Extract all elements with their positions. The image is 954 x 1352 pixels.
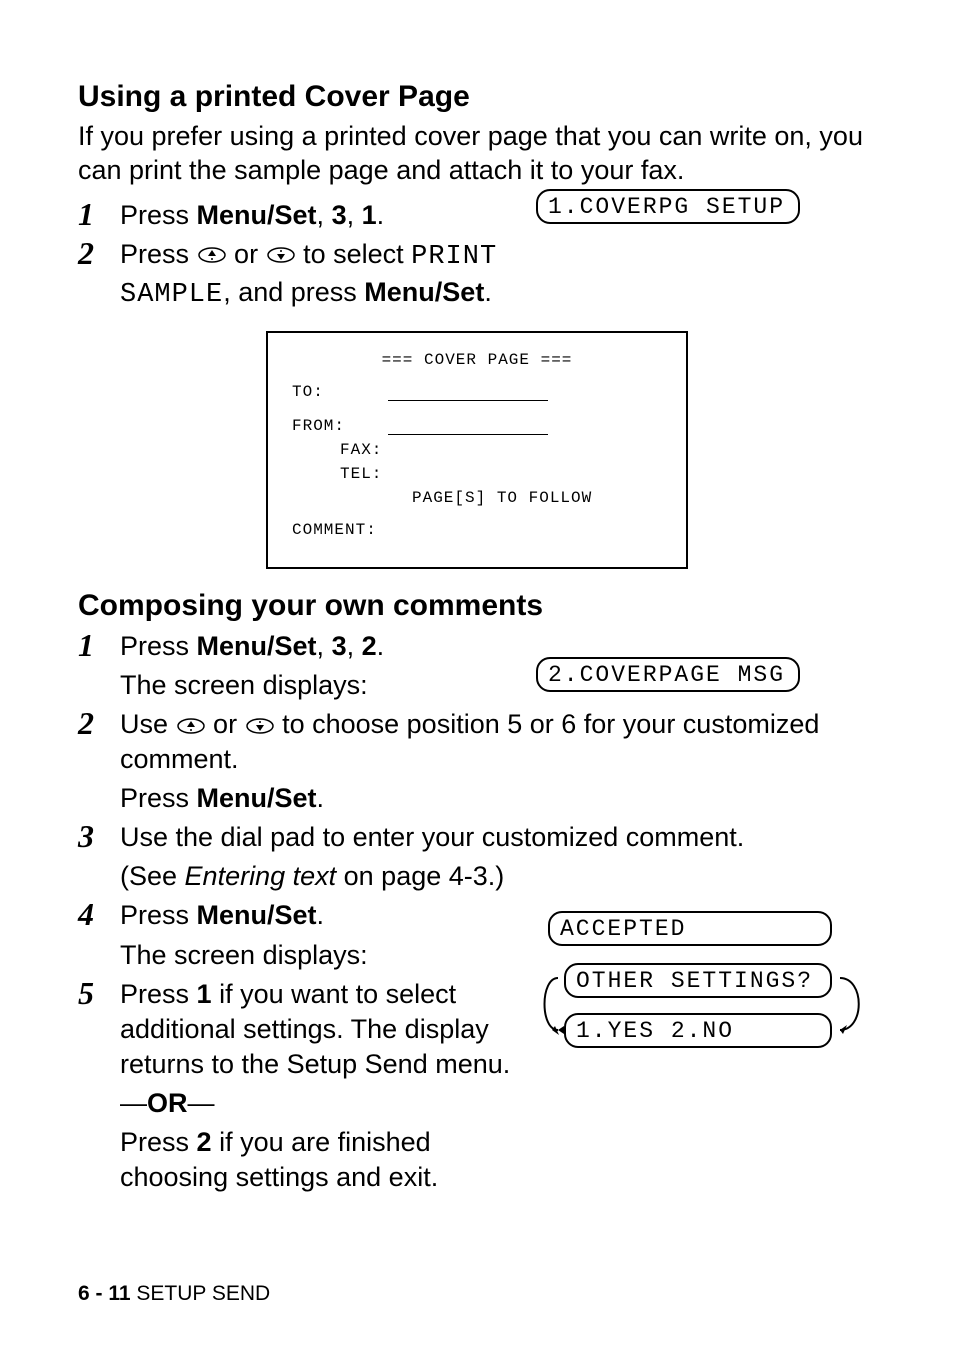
up-arrow-icon [197,246,227,264]
step2-3-body: Use the dial pad to enter your customize… [120,820,876,894]
down-arrow-icon [266,246,296,264]
up-arrow-icon [176,717,206,735]
lcd-yes-no: 1.YES 2.NO [564,1013,832,1048]
intro-paragraph: If you prefer using a printed cover page… [78,120,876,188]
step2-2-body: Use or to choose position 5 or 6 for you… [120,707,876,816]
heading-cover-page: Using a printed Cover Page [78,80,876,114]
step2-number-2: 2 [78,707,120,741]
down-arrow-icon [245,717,275,735]
cover-comment-label: COMMENT: [292,521,377,539]
footer-section: SETUP SEND [131,1282,271,1305]
step-number-1: 1 [78,198,120,232]
cover-from-label: FROM: [292,417,382,435]
step2-number-4: 4 [78,898,120,932]
lcd-coverpg-setup: 1.COVERPG SETUP [536,189,800,224]
step-2-body: Press or to select PRINT SAMPLE, and pre… [120,237,876,313]
step2-number-1: 1 [78,629,120,663]
cover-title: === COVER PAGE === [292,351,662,369]
lcd-accepted: ACCEPTED [548,911,832,946]
heading-composing-comments: Composing your own comments [78,589,876,623]
step-number-2: 2 [78,237,120,271]
step2-number-5: 5 [78,977,120,1011]
step2-5-body: Press 1 if you want to select additional… [120,977,520,1196]
page-footer: 6 - 11 SETUP SEND [78,1282,270,1306]
lcd-coverpage-msg: 2.COVERPAGE MSG [536,657,800,692]
page-number: 6 - 11 [78,1282,131,1305]
cover-tel-label: TEL: [340,465,382,483]
cover-page-diagram: === COVER PAGE === TO: FROM: FAX: TEL: P… [266,331,688,569]
link-entering-text[interactable]: Entering text [185,861,337,891]
lcd-other-settings: OTHER SETTINGS? [564,963,832,998]
step2-number-3: 3 [78,820,120,854]
cover-fax-label: FAX: [340,441,382,459]
cover-to-label: TO: [292,383,382,401]
cover-from-line [388,422,548,435]
cover-to-line [388,388,548,401]
cover-pages-follow: PAGE[S] TO FOLLOW [292,489,662,507]
